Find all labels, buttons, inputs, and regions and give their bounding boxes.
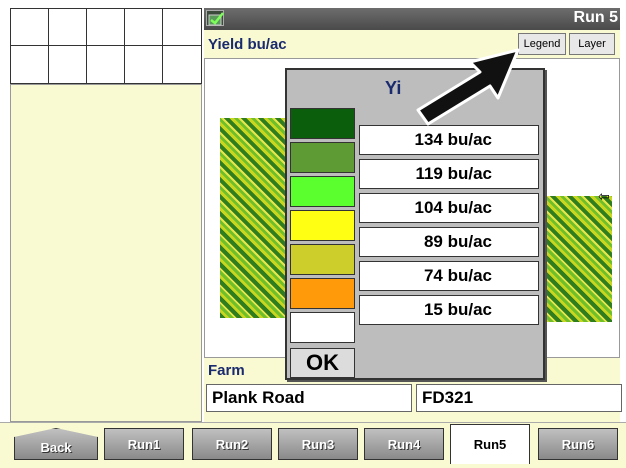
tab-run2[interactable]: Run2 <box>192 428 272 460</box>
field-map-image <box>540 196 612 322</box>
legend-swatch <box>290 278 355 309</box>
grid-cell[interactable] <box>49 9 87 46</box>
title-bar <box>204 8 620 30</box>
legend-swatch <box>290 210 355 241</box>
check-icon <box>206 10 224 26</box>
legend-swatch <box>290 176 355 207</box>
legend-value[interactable]: 89 bu/ac <box>359 227 539 257</box>
legend-swatch <box>290 142 355 173</box>
left-arrow-icon: ⇦ <box>598 188 610 204</box>
grid-cell[interactable] <box>87 46 125 83</box>
tab-run6[interactable]: Run6 <box>538 428 618 460</box>
tab-run4[interactable]: Run4 <box>364 428 444 460</box>
tab-run1[interactable]: Run1 <box>104 428 184 460</box>
left-grid <box>10 8 202 84</box>
legend-swatch <box>290 244 355 275</box>
legend-value[interactable]: 15 bu/ac <box>359 295 539 325</box>
grid-cell[interactable] <box>125 46 163 83</box>
grid-cell[interactable] <box>163 46 201 83</box>
grid-cell[interactable] <box>125 9 163 46</box>
legend-swatch <box>290 108 355 139</box>
farm-label: Farm <box>208 362 245 379</box>
pointer-arrow-icon <box>416 48 520 126</box>
farm-value: Plank Road <box>206 384 412 412</box>
legend-value[interactable]: 74 bu/ac <box>359 261 539 291</box>
layer-button[interactable]: Layer <box>569 33 615 55</box>
legend-value[interactable]: 119 bu/ac <box>359 159 539 189</box>
field-value: FD321 <box>416 384 622 412</box>
ok-button[interactable]: OK <box>290 348 355 378</box>
tab-run3[interactable]: Run3 <box>278 428 358 460</box>
legend-swatch <box>290 312 355 343</box>
grid-cell[interactable] <box>163 9 201 46</box>
left-panel <box>10 84 202 422</box>
grid-cell[interactable] <box>11 9 49 46</box>
field-map-image <box>220 118 290 318</box>
legend-value[interactable]: 104 bu/ac <box>359 193 539 223</box>
layer-title: Yield bu/ac <box>208 36 287 53</box>
grid-cell[interactable] <box>49 46 87 83</box>
run-title: Run 5 <box>573 9 618 26</box>
tab-run5[interactable]: Run5 <box>450 424 530 464</box>
grid-cell[interactable] <box>11 46 49 83</box>
legend-dialog-title: Yi <box>385 78 402 98</box>
grid-cell[interactable] <box>87 9 125 46</box>
